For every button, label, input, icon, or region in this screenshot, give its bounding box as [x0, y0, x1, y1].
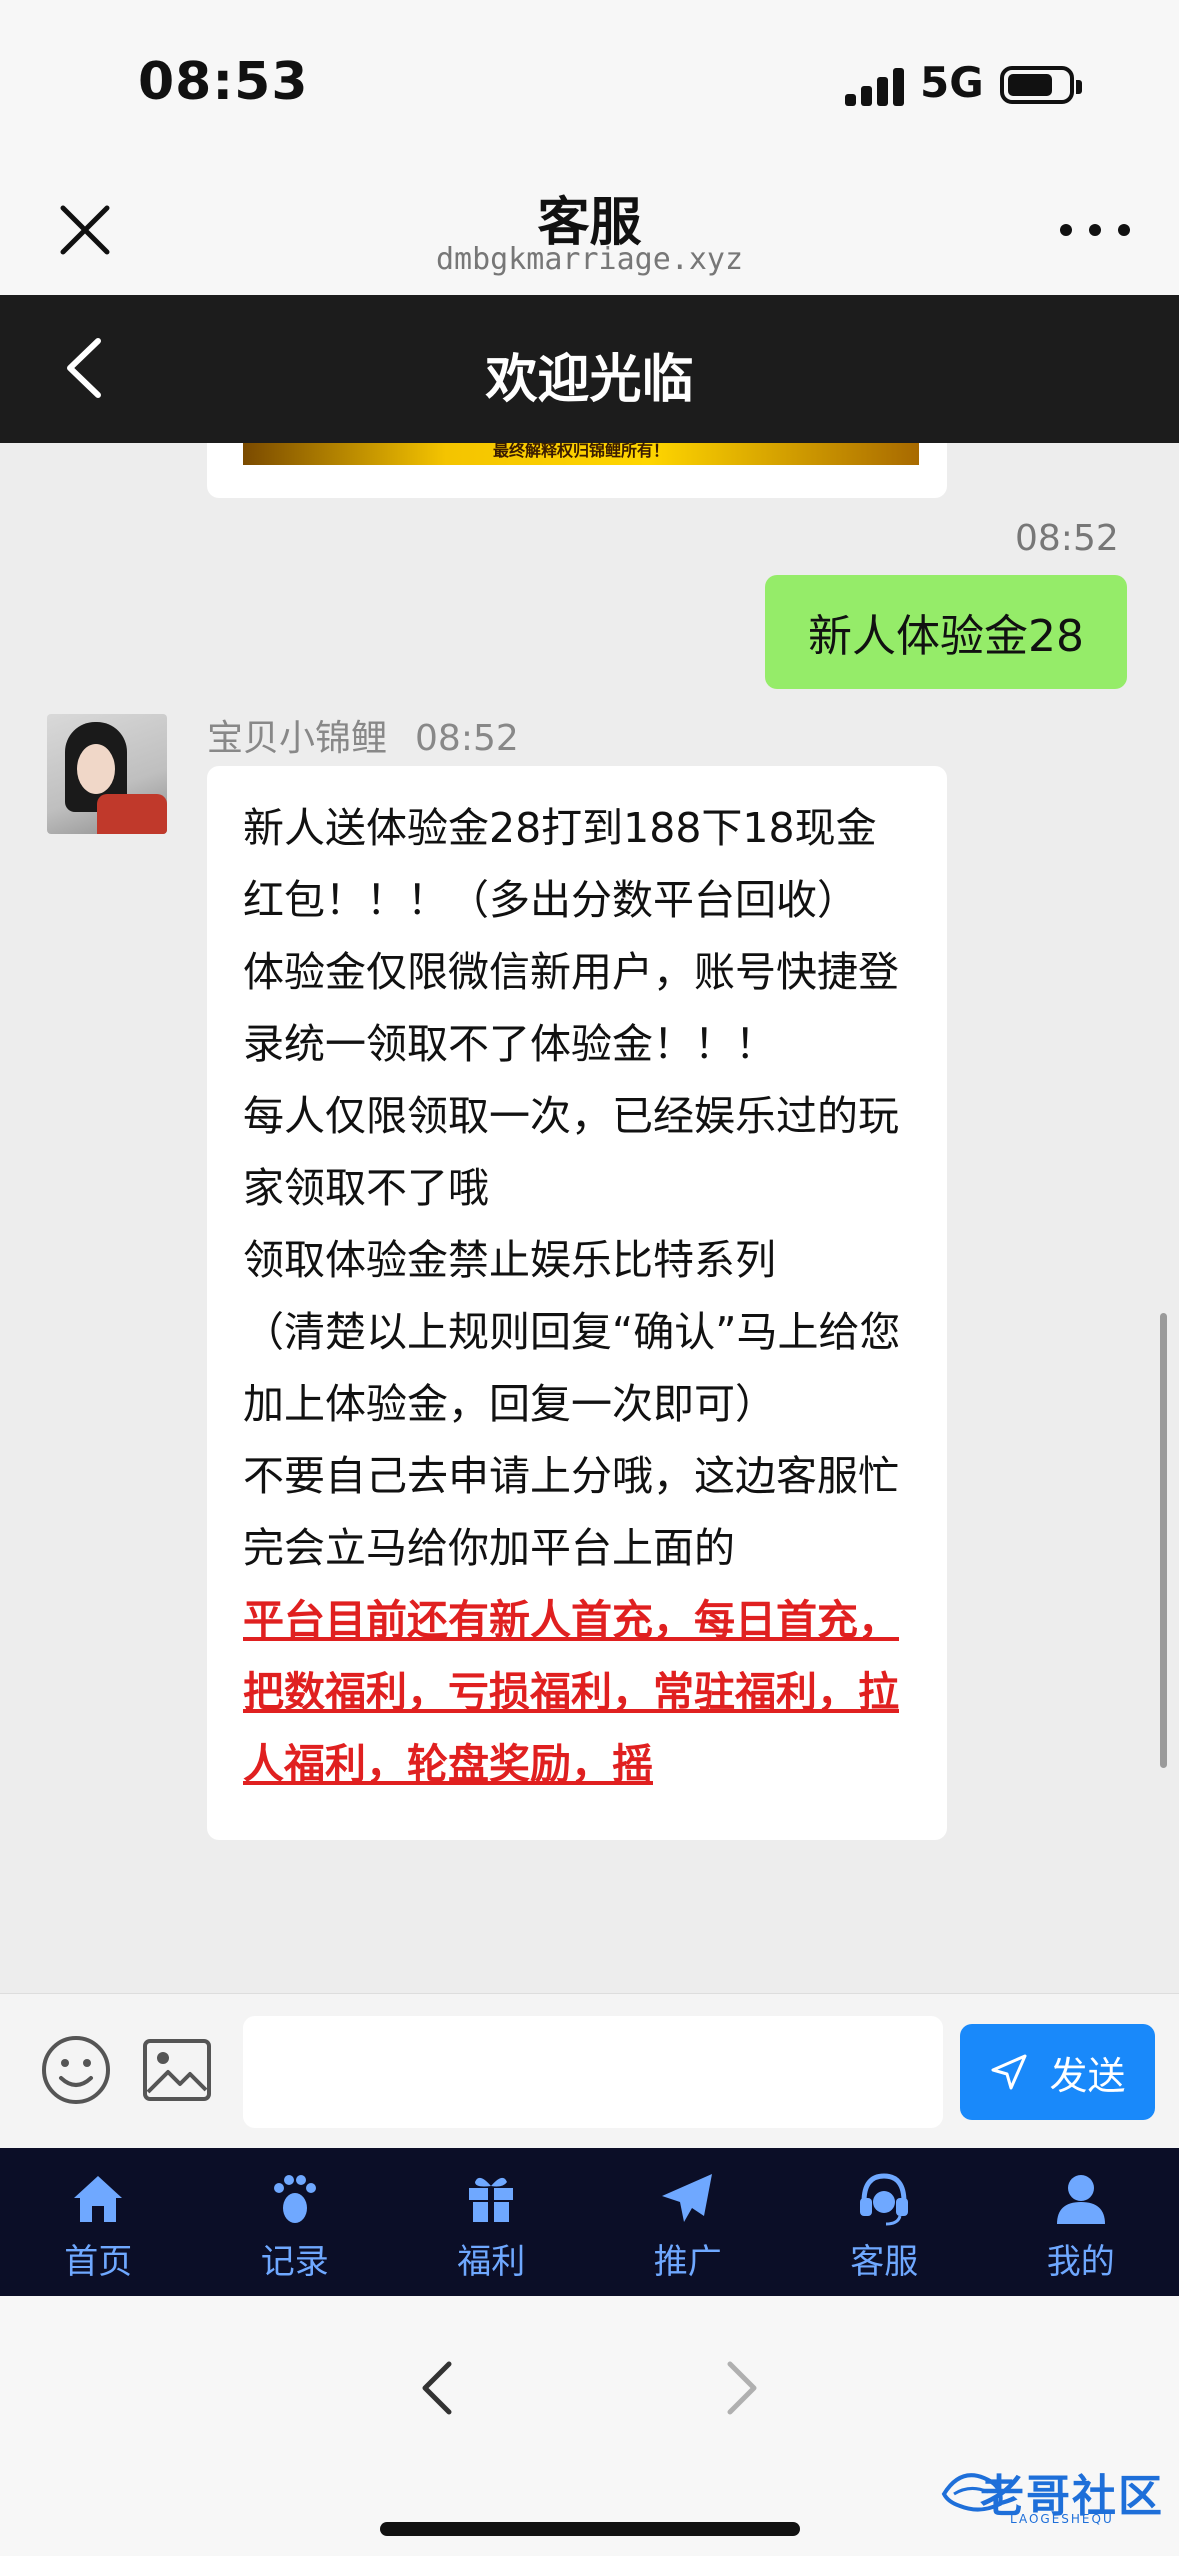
image-message[interactable]: 最终解释权归锦鲤所有！	[207, 443, 947, 498]
browser-forward-icon[interactable]	[720, 2358, 764, 2418]
nav-label: 推广	[653, 2242, 722, 2282]
nav-label: 福利	[457, 2242, 526, 2282]
message-line: 体验金仅限微信新用户，账号快捷登录统一领取不了体验金！！！	[243, 948, 899, 1068]
watermark: 老哥社区 LAOGESHEQU	[940, 2456, 1170, 2526]
page-title: 欢迎光临	[485, 350, 694, 410]
signal-icon	[845, 66, 905, 106]
message-line: 每人仅限领取一次，已经娱乐过的玩家领取不了哦	[243, 1092, 899, 1212]
nav-mine[interactable]: 我的	[983, 2148, 1179, 2296]
paper-plane-icon	[661, 2174, 712, 2222]
status-time: 08:53	[138, 52, 309, 112]
message-input[interactable]	[243, 2016, 943, 2128]
network-type: 5G	[920, 58, 984, 107]
nav-label: 客服	[850, 2242, 919, 2282]
banner-caption: 最终解释权归锦鲤所有！	[492, 443, 669, 460]
promo-banner-image: 最终解释权归锦鲤所有！	[243, 443, 919, 465]
message-line: 不要自己去申请上分哦，这边客服忙完会立马给你加平台上面的	[243, 1452, 899, 1572]
home-icon	[74, 2176, 123, 2222]
sender-name: 宝贝小锦鲤	[207, 718, 388, 759]
page-header: 欢迎光临	[0, 295, 1179, 443]
send-button[interactable]: 发送	[960, 2024, 1155, 2120]
message-time: 08:52	[1015, 518, 1119, 559]
sender-time: 08:52	[415, 718, 519, 759]
send-icon	[991, 2054, 1027, 2090]
browser-back-icon[interactable]	[415, 2358, 459, 2418]
nav-home[interactable]: 首页	[0, 2148, 197, 2296]
nav-promote[interactable]: 推广	[590, 2148, 787, 2296]
page-url: dmbgkmarriage.xyz	[435, 242, 744, 277]
nav-records[interactable]: 记录	[197, 2148, 394, 2296]
emoji-icon[interactable]	[40, 2034, 112, 2106]
gift-icon	[469, 2177, 514, 2222]
nav-label: 首页	[64, 2242, 133, 2282]
message-line: 领取体验金禁止娱乐比特系列	[243, 1236, 776, 1284]
bottom-nav: 首页 记录 福利 推广 客服 我的	[0, 2148, 1179, 2296]
browser-toolbar: 老哥社区 LAOGESHEQU	[0, 2296, 1179, 2556]
chat-area[interactable]: 最终解释权归锦鲤所有！ 08:52 新人体验金28 宝贝小锦鲤 08:52 新人送…	[0, 443, 1179, 1993]
battery-icon	[1000, 66, 1082, 104]
outgoing-message[interactable]: 新人体验金28	[765, 575, 1127, 689]
scrollbar[interactable]	[1160, 1313, 1167, 1768]
wechat-title-bar: 客服 dmbgkmarriage.xyz	[0, 170, 1179, 295]
nav-welfare[interactable]: 福利	[393, 2148, 590, 2296]
nav-service[interactable]: 客服	[786, 2148, 983, 2296]
footprint-icon	[273, 2175, 316, 2223]
nav-label: 记录	[260, 2242, 329, 2282]
highlight-text: 平台目前还有新人首充，每日首充，把数福利，亏损福利，常驻福利，拉人福利，轮盘奖励…	[243, 1596, 899, 1788]
headset-icon	[860, 2173, 909, 2226]
image-icon[interactable]	[142, 2038, 212, 2102]
user-icon	[1056, 2175, 1105, 2224]
status-bar: 08:53 5G	[0, 0, 1179, 170]
message-line: （清楚以上规则回复“确认”马上给您加上体验金，回复一次即可）	[243, 1308, 901, 1428]
sender-line: 宝贝小锦鲤 08:52	[207, 709, 519, 761]
send-label: 发送	[1049, 2053, 1126, 2098]
incoming-message[interactable]: 新人送体验金28打到188下18现金红包！！！（多出分数平台回收） 体验金仅限微…	[207, 766, 947, 1840]
composer: 发送	[0, 1993, 1179, 2148]
nav-label: 我的	[1046, 2242, 1115, 2282]
home-indicator[interactable]	[380, 2522, 800, 2536]
message-line: 新人送体验金28打到188下18现金红包！！！（多出分数平台回收）	[243, 804, 877, 924]
avatar[interactable]	[47, 714, 167, 834]
more-icon[interactable]	[1060, 220, 1130, 240]
watermark-subtext: LAOGESHEQU	[1010, 2512, 1114, 2526]
